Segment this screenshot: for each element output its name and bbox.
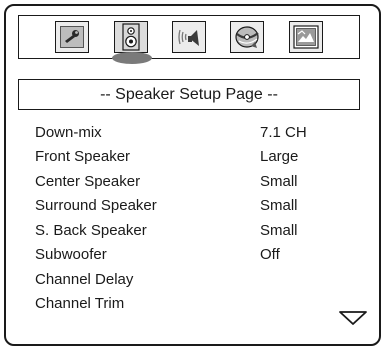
setting-value: Large xyxy=(260,148,299,166)
preference-setup-button[interactable] xyxy=(288,21,323,53)
setting-value: Small xyxy=(260,197,298,215)
setting-label: S. Back Speaker xyxy=(35,221,147,239)
audio-wave-icon xyxy=(178,29,199,46)
setting-label: Surround Speaker xyxy=(35,197,157,215)
setting-row-front-speaker[interactable]: Front Speaker Large xyxy=(35,145,345,170)
setting-row-s-back-speaker[interactable]: S. Back Speaker Small xyxy=(35,218,345,243)
setup-toolbar xyxy=(18,15,360,64)
setting-value: Off xyxy=(260,246,280,264)
setting-row-subwoofer[interactable]: Subwoofer Off xyxy=(35,243,345,268)
setting-label: Front Speaker xyxy=(35,148,131,166)
setting-label: Channel Trim xyxy=(35,295,125,313)
setting-value: Small xyxy=(260,172,298,190)
general-setup-button[interactable] xyxy=(55,21,90,53)
setting-row-channel-delay[interactable]: Channel Delay xyxy=(35,267,345,292)
setting-label: Center Speaker xyxy=(35,172,141,190)
setting-row-surround-speaker[interactable]: Surround Speaker Small xyxy=(35,194,345,219)
setting-row-down-mix[interactable]: Down-mix 7.1 CH xyxy=(35,120,345,145)
setting-label: Subwoofer xyxy=(35,246,107,264)
setting-label: Channel Delay xyxy=(35,270,134,288)
setting-label: Down-mix xyxy=(35,123,102,141)
setting-row-center-speaker[interactable]: Center Speaker Small xyxy=(35,169,345,194)
selection-indicator xyxy=(111,52,152,64)
speaker-setup-button[interactable] xyxy=(111,21,152,64)
page-title: -- Speaker Setup Page -- xyxy=(18,79,360,110)
picture-icon xyxy=(293,25,319,49)
audio-setup-button[interactable] xyxy=(171,21,206,53)
setting-value: Small xyxy=(260,221,298,239)
scroll-down-icon[interactable] xyxy=(338,310,368,331)
video-setup-button[interactable] xyxy=(230,21,265,53)
setting-value: 7.1 CH xyxy=(260,123,307,141)
speaker-icon xyxy=(121,23,140,51)
speaker-settings-list: Down-mix 7.1 CH Front Speaker Large Cent… xyxy=(35,120,345,316)
setting-row-channel-trim[interactable]: Channel Trim xyxy=(35,292,345,317)
wrench-icon xyxy=(60,26,85,48)
disc-icon xyxy=(235,26,260,48)
